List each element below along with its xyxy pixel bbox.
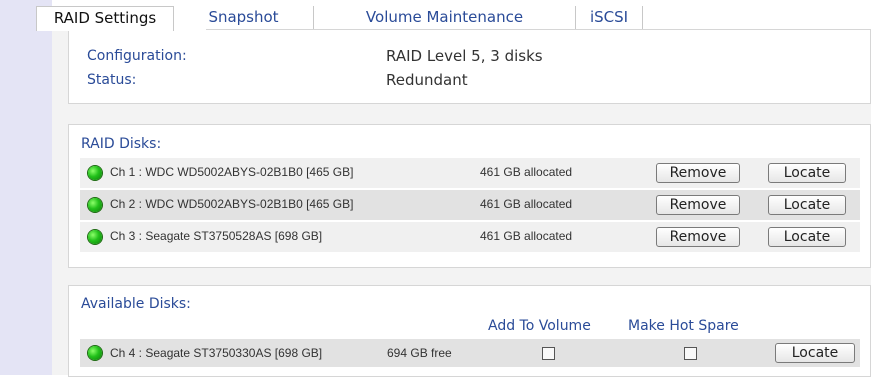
add-to-volume-checkbox[interactable] <box>542 347 555 360</box>
locate-button[interactable]: Locate <box>768 195 846 215</box>
locate-button[interactable]: Locate <box>768 163 846 183</box>
available-disks-title: Available Disks: <box>81 296 191 312</box>
disk-name: Ch 3 : Seagate ST3750528AS [698 GB] <box>110 229 323 243</box>
raid-disk-row: Ch 1 : WDC WD5002ABYS-02B1B0 [465 GB] 46… <box>80 158 860 188</box>
status-label: Status: <box>87 72 137 88</box>
configuration-value: RAID Level 5, 3 disks <box>386 47 543 65</box>
status-value: Redundant <box>386 71 468 89</box>
locate-button[interactable]: Locate <box>775 343 855 363</box>
tab-bar: RAID Settings Snapshot Volume Maintenanc… <box>36 0 871 31</box>
remove-button[interactable]: Remove <box>656 227 740 247</box>
available-disk-row: Ch 4 : Seagate ST3750330AS [698 GB] 694 … <box>80 339 860 367</box>
disk-allocation: 461 GB allocated <box>480 229 573 243</box>
status-led-icon <box>88 346 102 360</box>
raid-disk-row: Ch 2 : WDC WD5002ABYS-02B1B0 [465 GB] 46… <box>80 190 860 220</box>
tab-iscsi[interactable]: iSCSI <box>576 6 643 30</box>
summary-panel <box>68 30 871 104</box>
tab-snapshot[interactable]: Snapshot <box>174 6 314 30</box>
disk-name: Ch 4 : Seagate ST3750330AS [698 GB] <box>110 346 323 360</box>
locate-button[interactable]: Locate <box>768 227 846 247</box>
status-led-icon <box>88 198 102 212</box>
raid-disks-title: RAID Disks: <box>81 136 162 152</box>
remove-button[interactable]: Remove <box>656 195 740 215</box>
left-sidebar-strip <box>0 0 52 375</box>
tab-raid-settings[interactable]: RAID Settings <box>36 6 174 31</box>
disk-allocation: 461 GB allocated <box>480 165 573 179</box>
disk-name: Ch 2 : WDC WD5002ABYS-02B1B0 [465 GB] <box>110 197 354 211</box>
raid-disk-row: Ch 3 : Seagate ST3750528AS [698 GB] 461 … <box>80 222 860 252</box>
disk-allocation: 461 GB allocated <box>480 197 573 211</box>
disk-name: Ch 1 : WDC WD5002ABYS-02B1B0 [465 GB] <box>110 165 354 179</box>
tab-volume-maintenance[interactable]: Volume Maintenance <box>314 6 576 30</box>
add-to-volume-header: Add To Volume <box>488 318 591 334</box>
status-led-icon <box>88 230 102 244</box>
make-hot-spare-checkbox[interactable] <box>684 347 697 360</box>
remove-button[interactable]: Remove <box>656 163 740 183</box>
status-led-icon <box>88 166 102 180</box>
disk-free-space: 694 GB free <box>387 346 452 360</box>
make-hot-spare-header: Make Hot Spare <box>628 318 739 334</box>
configuration-label: Configuration: <box>87 48 187 64</box>
